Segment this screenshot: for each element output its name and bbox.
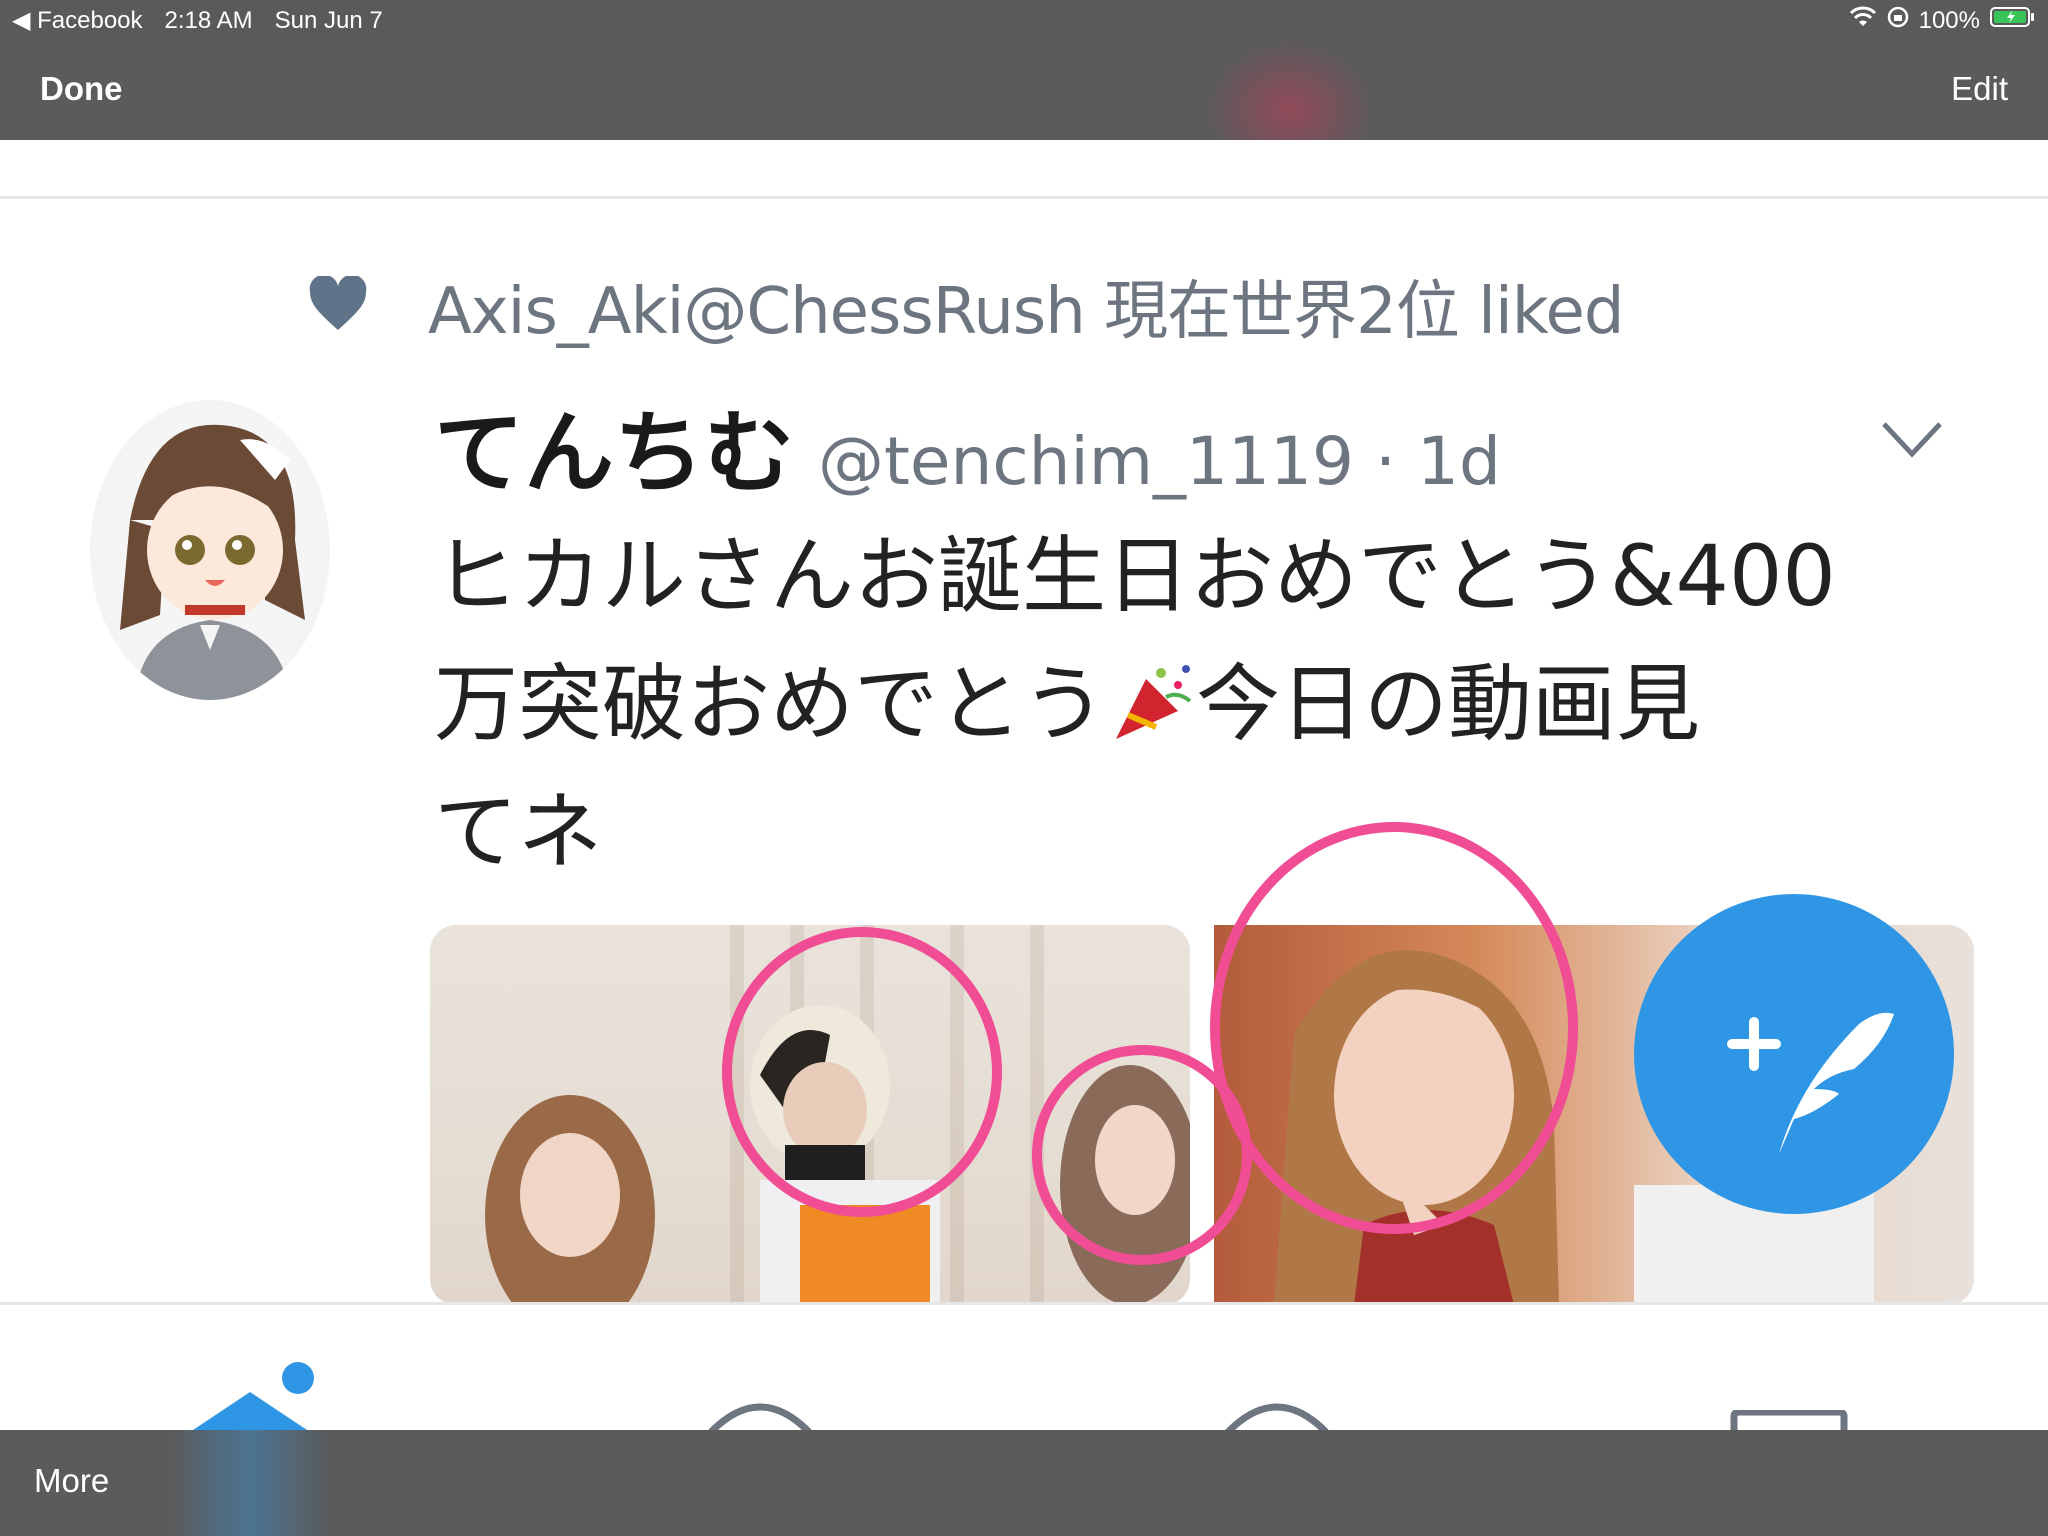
status-date: Sun Jun 7 [274,6,383,34]
more-button[interactable]: More [34,1462,109,1500]
chevron-down-icon[interactable] [1880,420,1944,460]
tweet-text-line: てネ [434,783,603,881]
status-bar: ◀ Facebook 2:18 AM Sun Jun 7 100% [0,0,2048,40]
compose-tweet-button[interactable] [1634,894,1954,1214]
liked-row: Axis_Aki@ChessRush 現在世界2位 liked [308,260,1625,352]
avatar[interactable] [90,400,330,700]
liked-by-text[interactable]: Axis_Aki@ChessRush 現在世界2位 liked [428,260,1625,352]
home-icon[interactable] [190,1362,320,1436]
divider [0,196,2048,199]
tweet-text-line: ヒカルさんお誕生日おめでとう&400 [434,527,1836,625]
handle-and-time[interactable]: @tenchim_1119 · 1d [818,423,1501,500]
party-popper-icon [1106,648,1196,739]
orientation-lock-icon [1887,6,1909,35]
background-blur [170,1430,330,1536]
edit-button[interactable]: Edit [1951,70,2008,108]
back-to-app-link[interactable]: ◀ Facebook [12,6,143,35]
compose-tweet-icon [1634,1012,1954,1218]
bottom-toolbar: More [0,1430,2048,1536]
divider [0,1302,2048,1305]
heart-icon [308,274,368,336]
wifi-icon [1849,6,1877,35]
battery-percent: 100% [1918,6,1980,34]
display-name[interactable]: てんちむ [434,380,794,510]
tweet-text-segment: 万突破おめでとう [434,655,1107,753]
annotation-circle [1210,822,1578,1234]
status-time: 2:18 AM [164,6,253,34]
tweet-text-line: 万突破おめでとう 今日の動画見 [434,640,1974,768]
annotation-circle [722,927,1002,1217]
battery-icon [1990,6,2036,35]
tweet-screenshot: Axis_Aki@ChessRush 現在世界2位 liked てんちむ @te… [0,140,2048,1435]
tweet-text-segment: 今日の動画見 [1196,655,1701,753]
tweet-header: てんちむ @tenchim_1119 · 1d [434,380,1501,510]
done-button[interactable]: Done [40,70,123,108]
nav-bar: Done Edit [0,40,2048,180]
tweet-body: ヒカルさんお誕生日おめでとう&400 万突破おめでとう 今日の動画見 てネ [434,512,1974,896]
